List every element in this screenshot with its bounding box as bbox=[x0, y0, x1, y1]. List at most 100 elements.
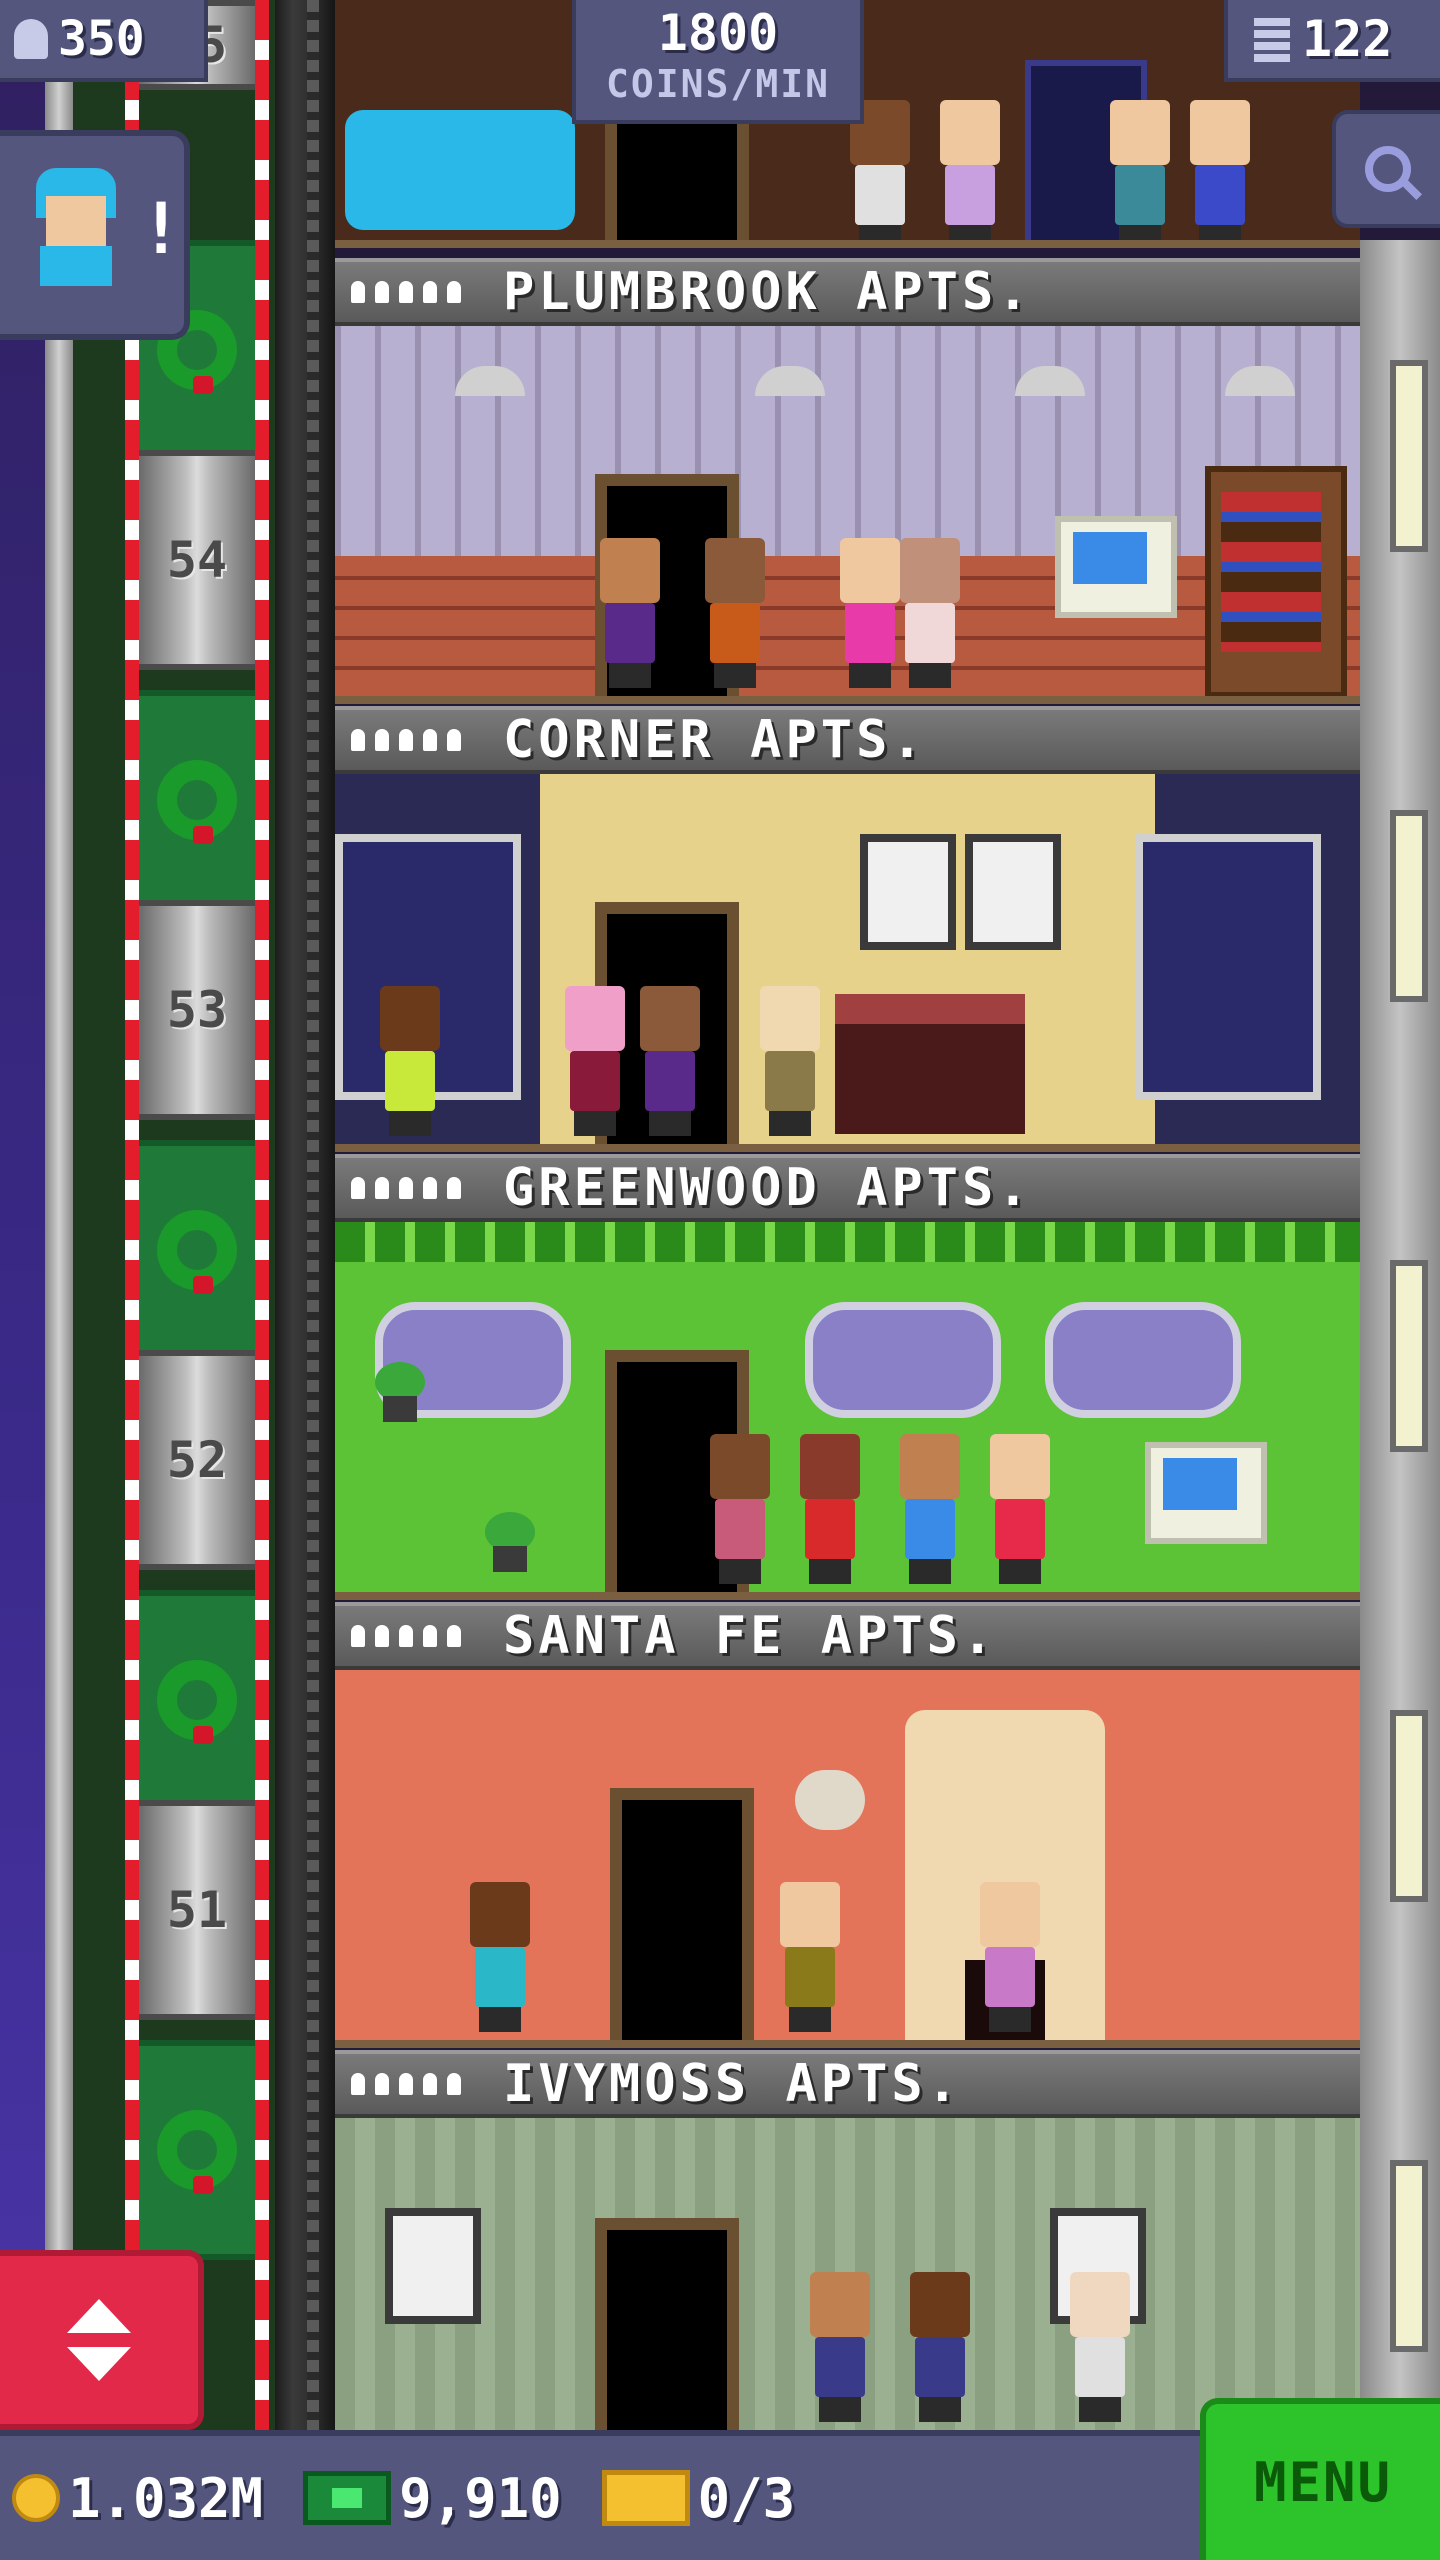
ceiling-lamp bbox=[755, 366, 825, 396]
tenant-slots bbox=[351, 2073, 461, 2095]
floor-banner[interactable]: IVYMOSS APTS. bbox=[335, 2050, 1360, 2118]
tenant[interactable] bbox=[795, 1434, 865, 1584]
ticket-icon bbox=[601, 2470, 690, 2526]
tenant[interactable] bbox=[1105, 100, 1175, 240]
oval-window bbox=[1045, 1302, 1241, 1418]
exclamation-icon: ! bbox=[140, 188, 183, 270]
wreath-icon bbox=[157, 1210, 237, 1294]
floor-count-button[interactable]: 122 bbox=[1224, 0, 1440, 82]
tenant[interactable] bbox=[560, 986, 630, 1136]
floor-banner[interactable]: GREENWOOD APTS. bbox=[335, 1154, 1360, 1222]
bookshelf bbox=[1205, 466, 1347, 696]
shaft-wreath bbox=[139, 690, 255, 910]
wall-light bbox=[1390, 1710, 1428, 1902]
shaft-floor-number: 51 bbox=[166, 1881, 228, 1939]
coins-per-min-value: 1800 bbox=[657, 4, 779, 62]
oval-window bbox=[805, 1302, 1001, 1418]
floor-banner[interactable]: SANTA FE APTS. bbox=[335, 1602, 1360, 1670]
floor-name: PLUMBROOK APTS. bbox=[503, 262, 1033, 322]
tenant[interactable] bbox=[895, 538, 965, 688]
floor-name: CORNER APTS. bbox=[503, 710, 927, 770]
wreath-icon bbox=[157, 1660, 237, 1744]
magnifier-icon bbox=[1365, 146, 1411, 192]
person-icon bbox=[14, 19, 48, 59]
tenant[interactable] bbox=[700, 538, 770, 688]
tenant[interactable] bbox=[985, 1434, 1055, 1584]
floor-name: SANTA FE APTS. bbox=[503, 1606, 998, 1666]
shaft-floor-54: 54 bbox=[139, 450, 255, 670]
tenant[interactable] bbox=[705, 1434, 775, 1584]
floor-ivymoss[interactable] bbox=[335, 2118, 1360, 2430]
tickets-value: 0/3 bbox=[697, 2466, 796, 2530]
down-arrow-icon bbox=[67, 2347, 131, 2381]
tenant[interactable] bbox=[935, 100, 1005, 240]
shaft-floor-number: 53 bbox=[166, 981, 228, 1039]
shaft-floor-number: 52 bbox=[166, 1431, 228, 1489]
wall-light bbox=[1390, 360, 1428, 552]
elevator-rail bbox=[45, 0, 73, 2430]
building-icon bbox=[1254, 16, 1290, 62]
floor-santa-fe[interactable] bbox=[335, 1670, 1360, 2048]
shaft-floor-number: 54 bbox=[166, 531, 228, 589]
tenant-slots bbox=[351, 1177, 461, 1199]
ceiling-lamp bbox=[1015, 366, 1085, 396]
ceiling-lamp bbox=[1225, 366, 1295, 396]
wall-light bbox=[1390, 2160, 1428, 2352]
tenant[interactable] bbox=[635, 986, 705, 1136]
wall-light bbox=[1390, 1260, 1428, 1452]
coins-per-min-label: COINS/MIN bbox=[606, 62, 830, 106]
tenant[interactable] bbox=[975, 1882, 1045, 2032]
tenant[interactable] bbox=[895, 1434, 965, 1584]
bitizen-alert-button[interactable]: ! bbox=[0, 130, 190, 340]
find-button[interactable] bbox=[1332, 110, 1440, 228]
shaft-floor-53: 53 bbox=[139, 900, 255, 1120]
population-counter[interactable]: 350 bbox=[0, 0, 208, 82]
floor-name: IVYMOSS APTS. bbox=[503, 2054, 962, 2114]
wall-frame bbox=[965, 834, 1061, 950]
tenant[interactable] bbox=[905, 2272, 975, 2422]
tenant[interactable] bbox=[775, 1882, 845, 2032]
wall-frame bbox=[385, 2208, 481, 2324]
floor-plumbrook[interactable] bbox=[335, 326, 1360, 704]
tenant[interactable] bbox=[465, 1882, 535, 2032]
floor-banner[interactable]: PLUMBROOK APTS. bbox=[335, 258, 1360, 326]
tenant[interactable] bbox=[595, 538, 665, 688]
wall-light bbox=[1390, 810, 1428, 1002]
bed bbox=[835, 994, 1025, 1134]
tenant-slots bbox=[351, 1625, 461, 1647]
tenant[interactable] bbox=[755, 986, 825, 1136]
wreath-icon bbox=[157, 2110, 237, 2194]
space-background bbox=[0, 0, 45, 2430]
floor-name: GREENWOOD APTS. bbox=[503, 1158, 1033, 1218]
wreath-icon bbox=[157, 760, 237, 844]
retro-computer bbox=[1055, 516, 1177, 618]
shaft-wreath bbox=[139, 1590, 255, 1810]
bux-value: 9,910 bbox=[399, 2466, 562, 2530]
coins-per-min-panel: 1800 COINS/MIN bbox=[572, 0, 864, 124]
floor-corner[interactable] bbox=[335, 774, 1360, 1152]
wall-frame bbox=[860, 834, 956, 950]
floor-door bbox=[595, 2218, 739, 2430]
wall-trim bbox=[335, 1222, 1360, 1262]
candy-cane-border-left bbox=[125, 0, 139, 2430]
cow-skull bbox=[795, 1770, 865, 1830]
population-value: 350 bbox=[58, 11, 145, 67]
menu-button[interactable]: MENU bbox=[1200, 2398, 1440, 2560]
tower-edge bbox=[275, 0, 335, 2430]
floor-banner[interactable]: CORNER APTS. bbox=[335, 706, 1360, 774]
tenant[interactable] bbox=[1065, 2272, 1135, 2422]
coin-icon bbox=[12, 2474, 60, 2522]
tenant[interactable] bbox=[805, 2272, 875, 2422]
tenant[interactable] bbox=[375, 986, 445, 1136]
tenant[interactable] bbox=[1185, 100, 1255, 240]
elevator-button[interactable] bbox=[0, 2250, 204, 2430]
bux-icon bbox=[303, 2471, 392, 2525]
floor-door bbox=[610, 1788, 754, 2040]
floor-count-value: 122 bbox=[1302, 10, 1393, 68]
candy-cane-border-right bbox=[255, 0, 269, 2430]
up-arrow-icon bbox=[67, 2299, 131, 2333]
night-window bbox=[1135, 834, 1321, 1100]
floor-greenwood[interactable] bbox=[335, 1222, 1360, 1600]
potted-plant bbox=[485, 1512, 535, 1572]
shaft-floor-52: 52 bbox=[139, 1350, 255, 1570]
